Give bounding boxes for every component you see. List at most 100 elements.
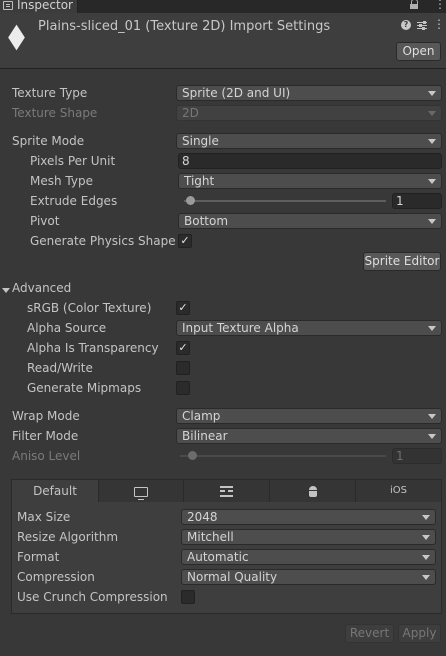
wrap-mode-value: Clamp [182,409,221,423]
alpha-is-transparency-label: Alpha Is Transparency [27,341,159,355]
max-size-value: 2048 [187,510,218,524]
pivot-label: Pivot [30,214,60,228]
tab-android[interactable] [270,480,356,502]
import-settings-header: Plains-sliced_01 (Texture 2D) Import Set… [0,13,446,69]
chevron-down-icon [428,179,436,184]
tab-ios[interactable]: iOS [356,480,441,502]
texture-shape-dropdown: 2D [176,105,442,121]
android-icon [308,486,318,497]
aniso-level-field: 1 [392,448,442,464]
filter-mode-dropdown[interactable]: Bilinear [176,428,442,444]
format-dropdown[interactable]: Automatic [181,549,436,565]
chevron-down-icon [428,326,436,331]
extrude-edges-slider-thumb[interactable] [186,196,195,205]
generate-physics-shape-checkbox[interactable]: ✓ [178,234,192,248]
srgb-checkbox[interactable]: ✓ [176,301,190,315]
resize-algorithm-label: Resize Algorithm [17,530,119,544]
open-button[interactable]: Open [396,42,441,61]
aniso-level-label: Aniso Level [12,449,81,463]
tab-inspector[interactable]: Inspector [0,0,78,13]
wrap-mode-label: Wrap Mode [12,409,80,423]
checkmark-icon: ✓ [178,341,188,354]
chevron-down-icon [428,219,436,224]
sprite-mode-label: Sprite Mode [12,134,85,148]
texture-type-dropdown[interactable]: Sprite (2D and UI) [176,85,442,101]
mesh-type-label: Mesh Type [30,174,93,188]
generate-physics-shape-label: Generate Physics Shape [30,234,176,248]
format-label: Format [17,550,60,564]
texture-type-value: Sprite (2D and UI) [182,86,291,100]
compression-value: Normal Quality [187,570,278,584]
tab-inspector-label: Inspector [17,0,73,12]
inspector-icon [3,1,13,10]
pivot-value: Bottom [184,214,229,228]
advanced-foldout-label[interactable]: Advanced [12,281,71,295]
chevron-down-icon [422,575,430,580]
window-tab-bar: Inspector ⋮ [0,0,446,13]
tab-default[interactable]: Default [12,480,99,502]
tab-ios-label: iOS [390,485,407,496]
resize-algorithm-value: Mitchell [187,530,234,544]
compression-label: Compression [17,570,95,584]
aniso-level-slider-thumb [188,451,197,460]
chevron-down-icon [428,139,436,144]
mesh-type-dropdown[interactable]: Tight [178,173,442,189]
chevron-down-icon [428,91,436,96]
tab-default-label: Default [33,484,77,498]
foldout-arrow-icon[interactable] [2,288,10,293]
lock-icon[interactable] [410,0,419,10]
sprite-mode-value: Single [182,134,219,148]
chevron-down-icon [422,515,430,520]
checkmark-icon: ✓ [178,301,188,314]
extrude-edges-field[interactable]: 1 [392,193,442,209]
tab-standalone[interactable] [99,480,184,502]
resize-algorithm-dropdown[interactable]: Mitchell [181,529,436,545]
texture-type-label: Texture Type [12,86,88,100]
chevron-down-icon [422,555,430,560]
compression-dropdown[interactable]: Normal Quality [181,569,436,585]
webgl-grid-icon [220,486,233,497]
use-crunch-compression-checkbox[interactable] [181,590,195,604]
read-write-checkbox[interactable] [176,361,190,375]
extrude-edges-label: Extrude Edges [30,194,118,208]
use-crunch-compression-label: Use Crunch Compression [17,590,168,604]
header-title: Plains-sliced_01 (Texture 2D) Import Set… [38,19,331,34]
alpha-source-label: Alpha Source [27,321,107,335]
pixels-per-unit-label: Pixels Per Unit [30,154,116,168]
alpha-is-transparency-checkbox[interactable]: ✓ [176,341,190,355]
srgb-label: sRGB (Color Texture) [27,301,152,315]
mesh-type-value: Tight [184,174,215,188]
window-menu-icon[interactable]: ⋮ [434,0,446,10]
wrap-mode-dropdown[interactable]: Clamp [176,408,442,424]
revert-button[interactable]: Revert [345,624,394,643]
alpha-source-dropdown[interactable]: Input Texture Alpha [176,320,442,336]
monitor-icon [134,486,148,500]
extrude-edges-slider[interactable] [184,200,386,202]
chevron-down-icon [428,434,436,439]
pivot-dropdown[interactable]: Bottom [178,213,442,229]
tab-webgl[interactable] [184,480,270,502]
pixels-per-unit-field[interactable]: 8 [178,153,442,169]
texture-shape-label: Texture Shape [12,106,98,120]
aniso-level-slider [180,455,386,457]
sprite-editor-button[interactable]: Sprite Editor [363,252,441,271]
max-size-label: Max Size [17,510,71,524]
sprite-asset-icon [3,34,30,48]
filter-mode-label: Filter Mode [12,429,79,443]
max-size-dropdown[interactable]: 2048 [181,509,436,525]
generate-mipmaps-checkbox[interactable] [176,381,190,395]
format-value: Automatic [187,550,249,564]
chevron-down-icon [428,414,436,419]
generate-mipmaps-label: Generate Mipmaps [27,381,142,395]
apply-button[interactable]: Apply [398,624,441,643]
presets-icon[interactable] [417,21,427,30]
texture-shape-value: 2D [182,106,199,120]
read-write-label: Read/Write [27,361,93,375]
help-icon[interactable]: ? [401,20,411,30]
checkmark-icon: ✓ [180,234,190,247]
sprite-mode-dropdown[interactable]: Single [176,133,442,149]
alpha-source-value: Input Texture Alpha [182,321,299,335]
header-menu-icon[interactable]: ⋮ [433,17,445,31]
filter-mode-value: Bilinear [182,429,228,443]
chevron-down-icon [422,535,430,540]
